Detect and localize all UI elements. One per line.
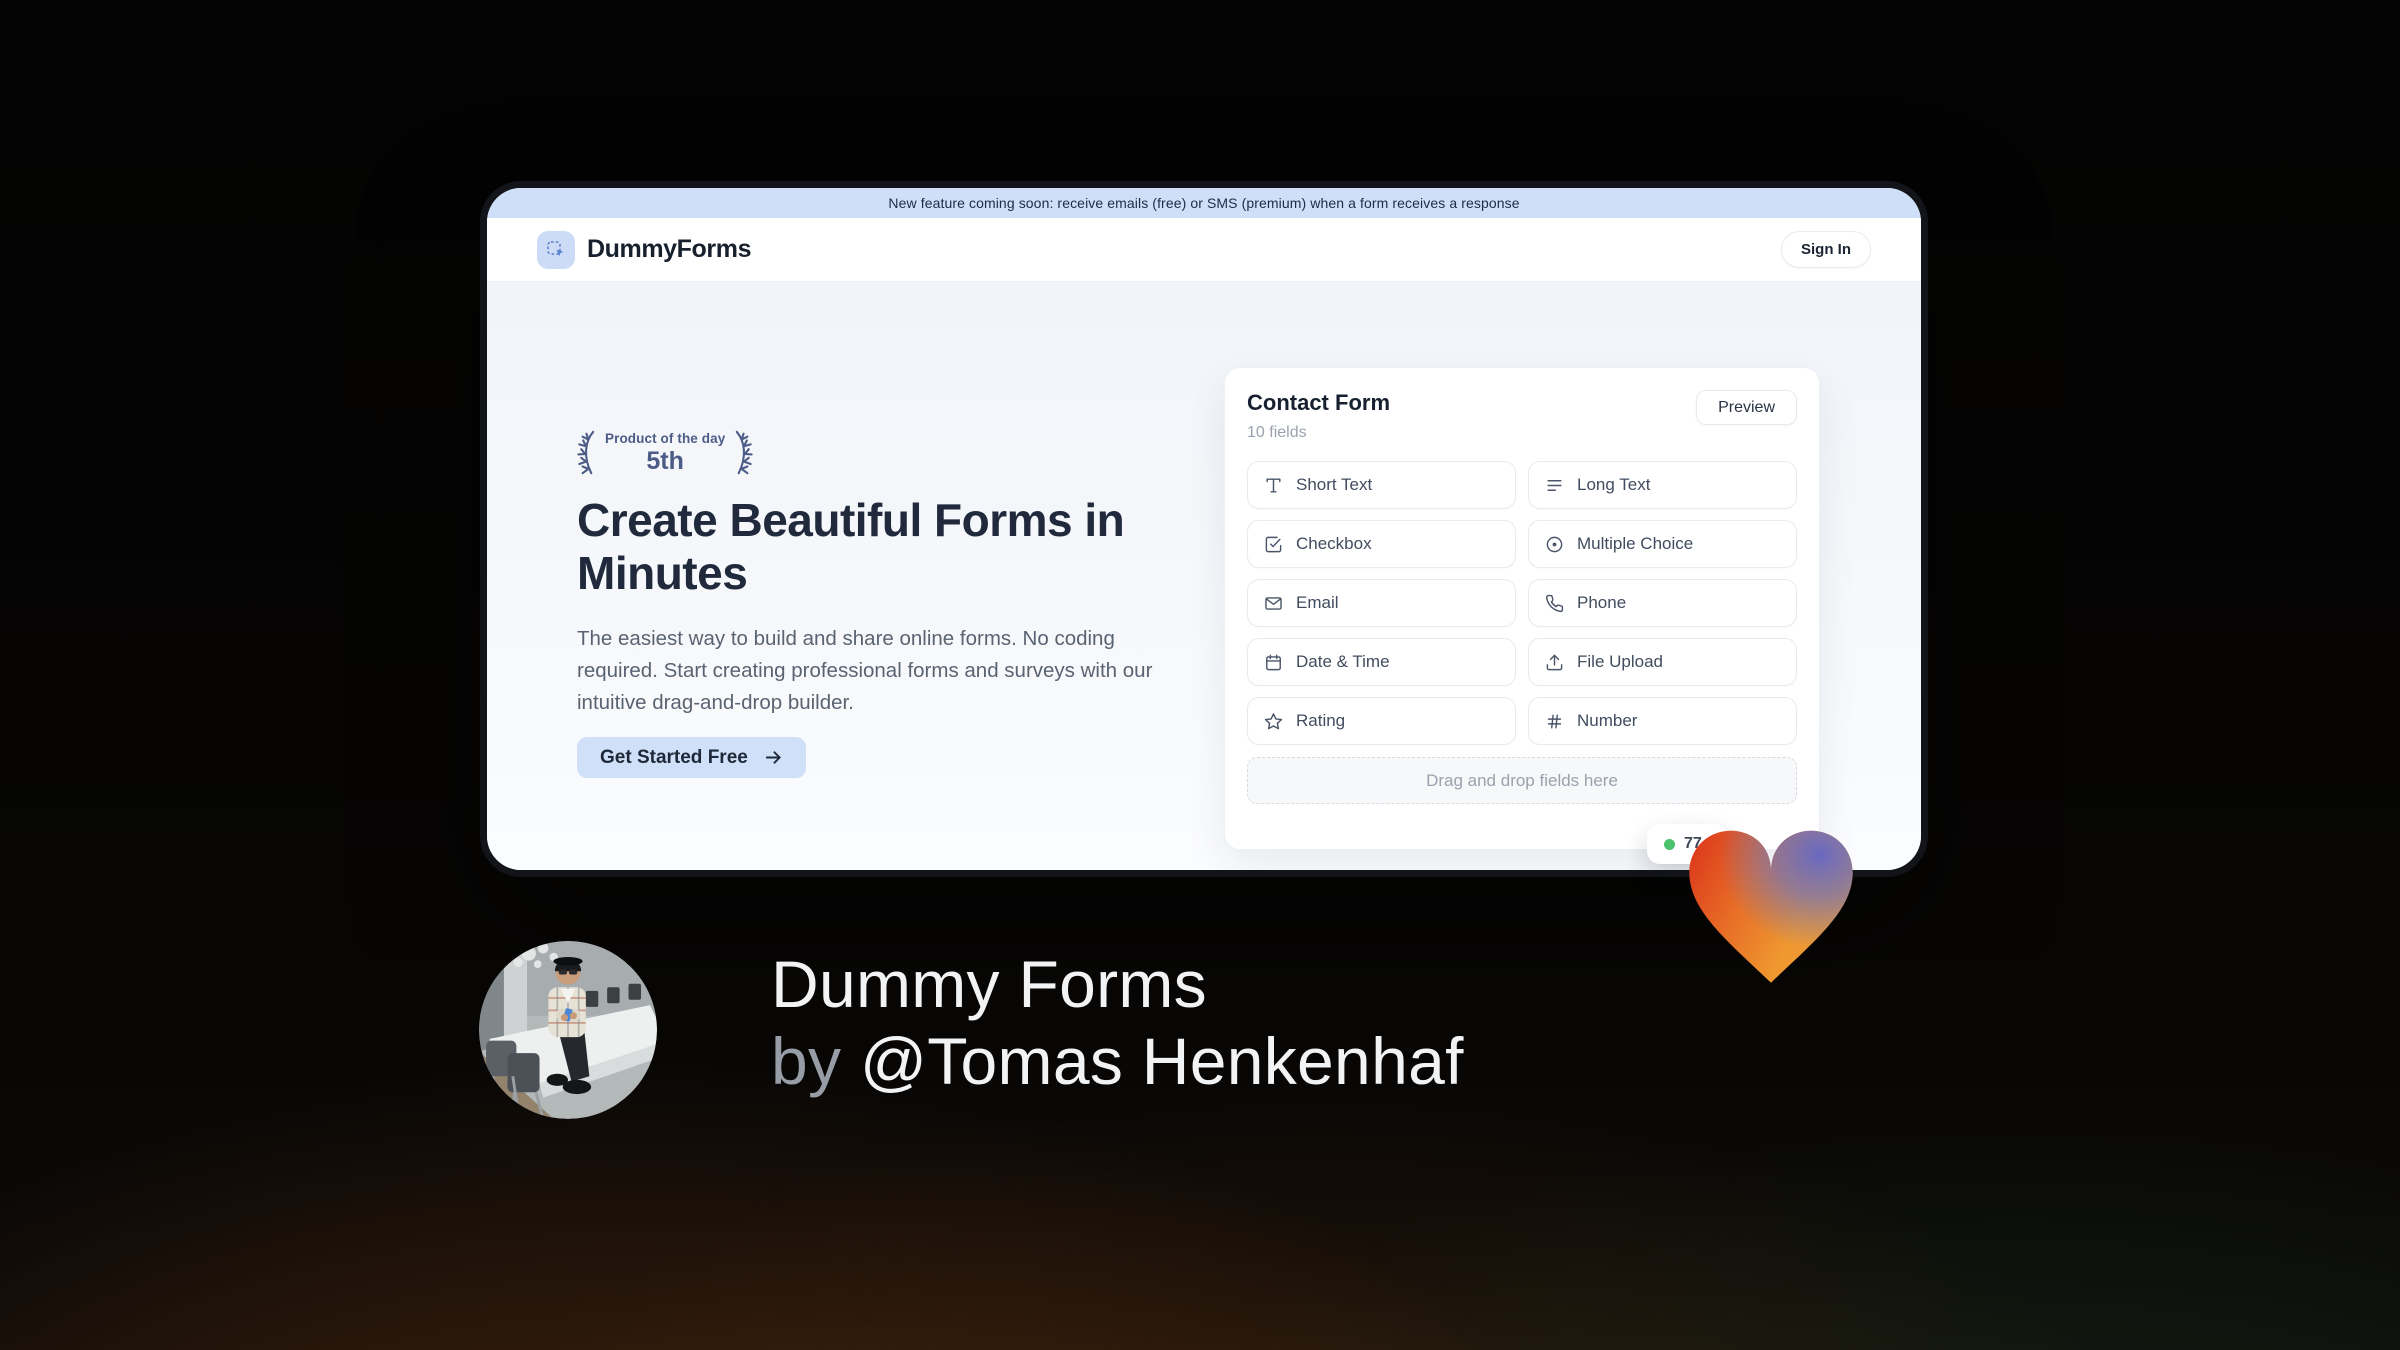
checkbox-icon	[1265, 536, 1282, 552]
top-nav: DummyForms Sign In	[487, 218, 1921, 282]
field-type-grid: Short Text Long Text Checkbox Multiple C…	[1247, 461, 1797, 745]
field-multiple-choice[interactable]: Multiple Choice	[1528, 520, 1797, 568]
form-title: Contact Form	[1247, 390, 1390, 415]
attribution-text: Dummy Forms by @Tomas Henkenhaf	[771, 946, 1464, 1100]
award-title: Product of the day	[605, 430, 726, 446]
form-card-header: Contact Form 10 fields Preview	[1247, 390, 1797, 442]
date-time-icon	[1266, 654, 1281, 670]
attribution-title: Dummy Forms	[771, 947, 1207, 1021]
drag-drop-zone[interactable]: Drag and drop fields here	[1247, 757, 1797, 804]
status-dot-icon	[1664, 838, 1675, 850]
hero-section: Product of the day 5th Create Beautiful …	[487, 282, 1921, 870]
announcement-banner: New feature coming soon: receive emails …	[487, 188, 1921, 218]
arrow-right-icon	[765, 751, 781, 764]
field-rating[interactable]: Rating	[1247, 697, 1516, 745]
field-label: Multiple Choice	[1577, 534, 1694, 553]
attribution-author: @Tomas Henkenhaf	[859, 1024, 1464, 1099]
form-card-titles: Contact Form 10 fields	[1247, 390, 1390, 442]
brand-name: DummyForms	[587, 235, 752, 263]
field-short-text[interactable]: Short Text	[1247, 461, 1516, 509]
file-upload-icon	[1546, 654, 1563, 670]
get-started-button[interactable]: Get Started Free	[577, 737, 806, 778]
award-rank: 5th	[646, 446, 684, 475]
field-label: File Upload	[1577, 652, 1663, 671]
brand-logo[interactable]: DummyForms	[537, 230, 752, 269]
phone-icon	[1545, 594, 1564, 612]
headline-line2: Minutes	[577, 546, 748, 599]
form-field-count: 10 fields	[1247, 424, 1307, 441]
rating-icon	[1264, 712, 1283, 729]
field-label: Checkbox	[1296, 534, 1372, 553]
headline-line1: Create Beautiful Forms in	[577, 494, 1125, 546]
cta-label: Get Started Free	[600, 746, 748, 768]
field-label: Long Text	[1577, 475, 1651, 494]
field-file-upload[interactable]: File Upload	[1528, 638, 1797, 686]
product-of-the-day-badge: Product of the day 5th	[573, 428, 757, 478]
browser-window-mockup: New feature coming soon: receive emails …	[487, 188, 1921, 870]
field-checkbox[interactable]: Checkbox	[1247, 520, 1516, 568]
email-icon	[1265, 596, 1282, 610]
field-date-time[interactable]: Date & Time	[1247, 638, 1516, 686]
field-label: Email	[1296, 593, 1339, 612]
multiple-choice-icon	[1546, 536, 1563, 552]
field-label: Short Text	[1296, 475, 1373, 494]
field-email[interactable]: Email	[1247, 579, 1516, 627]
attribution-by: by	[771, 1024, 842, 1099]
announcement-text: New feature coming soon: receive emails …	[888, 195, 1520, 211]
gradient-heart-icon	[1689, 830, 1853, 983]
laurel-left-icon	[577, 430, 595, 475]
field-long-text[interactable]: Long Text	[1528, 461, 1797, 509]
short-text-icon	[1266, 477, 1281, 493]
field-label: Rating	[1296, 711, 1346, 730]
preview-button[interactable]: Preview	[1696, 390, 1797, 425]
number-icon	[1547, 713, 1562, 729]
form-builder-card: Contact Form 10 fields Preview Short Tex…	[1224, 367, 1820, 850]
laurel-right-icon	[736, 430, 753, 475]
field-label: Number	[1577, 711, 1638, 730]
field-label: Phone	[1577, 593, 1627, 612]
dummyforms-logo-icon	[537, 230, 575, 269]
award-text: Product of the day 5th	[605, 431, 725, 476]
hero-headline: Create Beautiful Forms in Minutes	[577, 494, 1157, 600]
field-number[interactable]: Number	[1528, 697, 1797, 745]
field-label: Date & Time	[1296, 652, 1390, 671]
sign-in-button[interactable]: Sign In	[1781, 231, 1871, 268]
dropzone-label: Drag and drop fields here	[1426, 770, 1618, 790]
field-phone[interactable]: Phone	[1528, 579, 1797, 627]
author-avatar	[479, 941, 657, 1119]
long-text-icon	[1547, 479, 1562, 491]
hero-description: The easiest way to build and share onlin…	[577, 627, 1153, 714]
